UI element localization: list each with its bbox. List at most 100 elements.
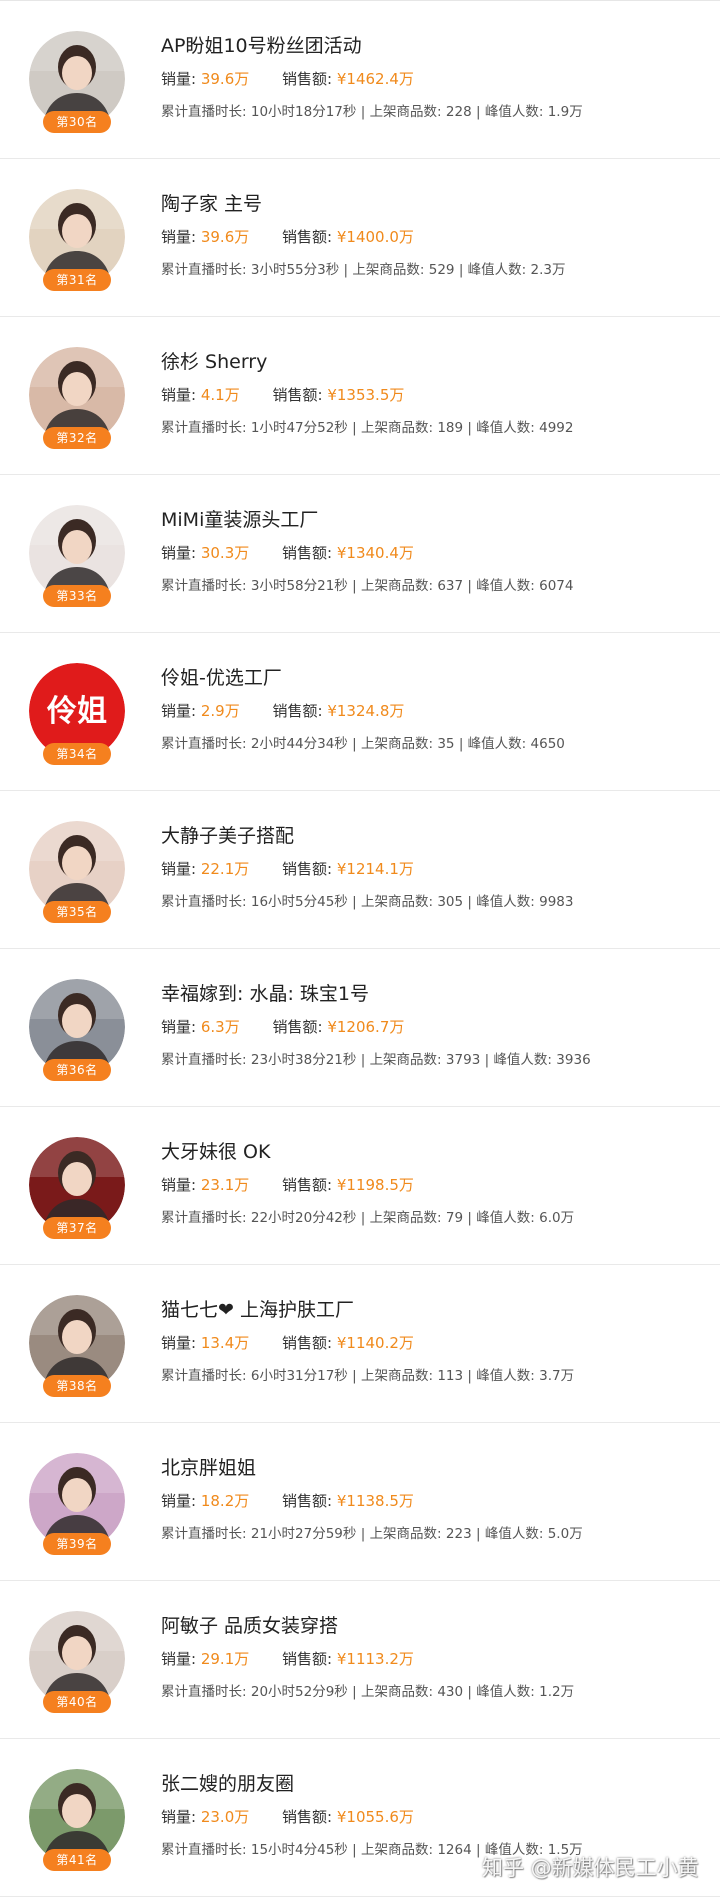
- sales-label: 销量:: [161, 228, 197, 246]
- anchor-info: 幸福嫁到: 水晶: 珠宝1号 销量: 6.3万 销售额: ¥1206.7万 累计…: [161, 979, 700, 1071]
- products-value: 305: [437, 894, 464, 910]
- peak-value: 4992: [539, 420, 574, 436]
- sales-label: 销量:: [161, 70, 197, 88]
- anchor-name[interactable]: 大牙妹很 OK: [161, 1137, 700, 1167]
- products-label: 上架商品数:: [369, 1052, 442, 1068]
- anchor-name[interactable]: 幸福嫁到: 水晶: 珠宝1号: [161, 979, 700, 1009]
- anchor-name[interactable]: 伶姐-优选工厂: [161, 663, 700, 693]
- peak-value: 1.2万: [539, 1684, 575, 1700]
- anchor-name[interactable]: 北京胖姐姐: [161, 1453, 700, 1483]
- products-label: 上架商品数:: [360, 1684, 434, 1700]
- ranking-row[interactable]: 伶姐 第34名 伶姐-优选工厂 销量: 2.9万 销售额: ¥1324.8万 累…: [0, 633, 720, 791]
- rank-badge: 第41名: [43, 1849, 111, 1871]
- avatar[interactable]: 伶姐 第34名: [29, 663, 125, 765]
- avatar[interactable]: 第35名: [29, 821, 125, 923]
- ranking-row[interactable]: 第38名 猫七七❤ 上海护肤工厂 销量: 13.4万 销售额: ¥1140.2万…: [0, 1265, 720, 1423]
- gmv-label: 销售额:: [282, 228, 333, 246]
- separator: |: [352, 1842, 357, 1858]
- separator: |: [360, 104, 366, 120]
- duration-value: 21小时27分59秒: [250, 1526, 357, 1542]
- duration-value: 3小时55分3秒: [250, 262, 340, 278]
- sales-line: 销量: 18.2万 销售额: ¥1138.5万: [161, 1489, 700, 1513]
- sales-label: 销量:: [161, 860, 197, 878]
- anchor-info: 阿敏子 品质女装穿搭 销量: 29.1万 销售额: ¥1113.2万 累计直播时…: [161, 1611, 700, 1703]
- avatar[interactable]: 第41名: [29, 1769, 125, 1871]
- peak-label: 峰值人数:: [476, 578, 535, 594]
- sales-value: 23.1万: [200, 1176, 250, 1194]
- ranking-row[interactable]: 第31名 陶子家 主号 销量: 39.6万 销售额: ¥1400.0万 累计直播…: [0, 159, 720, 317]
- gmv-value: ¥1198.5万: [336, 1176, 414, 1194]
- anchor-name[interactable]: 张二嫂的朋友圈: [161, 1769, 700, 1799]
- ranking-row[interactable]: 第35名 大静子美子搭配 销量: 22.1万 销售额: ¥1214.1万 累计直…: [0, 791, 720, 949]
- products-value: 3793: [445, 1052, 481, 1068]
- sales-line: 销量: 4.1万 销售额: ¥1353.5万: [161, 383, 700, 407]
- duration-value: 2小时44分34秒: [250, 736, 348, 752]
- peak-label: 峰值人数:: [476, 1210, 535, 1226]
- separator: |: [343, 262, 349, 278]
- sales-value: 18.2万: [200, 1492, 250, 1510]
- ranking-row[interactable]: 第37名 大牙妹很 OK 销量: 23.1万 销售额: ¥1198.5万 累计直…: [0, 1107, 720, 1265]
- products-label: 上架商品数:: [360, 736, 434, 752]
- separator: |: [360, 1052, 366, 1068]
- anchor-info: 大牙妹很 OK 销量: 23.1万 销售额: ¥1198.5万 累计直播时长: …: [161, 1137, 700, 1229]
- separator: |: [467, 1368, 472, 1384]
- anchor-name[interactable]: MiMi童装源头工厂: [161, 505, 700, 535]
- ranking-row[interactable]: 第40名 阿敏子 品质女装穿搭 销量: 29.1万 销售额: ¥1113.2万 …: [0, 1581, 720, 1739]
- avatar[interactable]: 第39名: [29, 1453, 125, 1555]
- separator: |: [352, 1368, 357, 1384]
- sales-label: 销量:: [161, 544, 197, 562]
- anchor-name[interactable]: 陶子家 主号: [161, 189, 700, 219]
- duration-value: 3小时58分21秒: [250, 578, 348, 594]
- separator: |: [467, 894, 472, 910]
- anchor-name[interactable]: 猫七七❤ 上海护肤工厂: [161, 1295, 700, 1325]
- gmv-label: 销售额:: [272, 1018, 323, 1036]
- products-label: 上架商品数:: [360, 1842, 434, 1858]
- duration-label: 累计直播时长:: [161, 1368, 247, 1384]
- avatar[interactable]: 第31名: [29, 189, 125, 291]
- gmv-value: ¥1400.0万: [336, 228, 414, 246]
- ranking-row[interactable]: 第33名 MiMi童装源头工厂 销量: 30.3万 销售额: ¥1340.4万 …: [0, 475, 720, 633]
- separator: |: [352, 894, 357, 910]
- sales-value: 39.6万: [200, 228, 250, 246]
- anchor-name[interactable]: 大静子美子搭配: [161, 821, 700, 851]
- gmv-value: ¥1113.2万: [336, 1650, 414, 1668]
- separator: |: [360, 1526, 366, 1542]
- products-value: 35: [437, 736, 455, 752]
- gmv-label: 销售额:: [272, 386, 323, 404]
- separator: |: [467, 578, 472, 594]
- sales-line: 销量: 30.3万 销售额: ¥1340.4万: [161, 541, 700, 565]
- products-label: 上架商品数:: [369, 1526, 442, 1542]
- avatar[interactable]: 第40名: [29, 1611, 125, 1713]
- duration-label: 累计直播时长:: [161, 894, 247, 910]
- products-value: 113: [437, 1368, 464, 1384]
- avatar[interactable]: 第32名: [29, 347, 125, 449]
- ranking-row[interactable]: 第32名 徐杉 Sherry 销量: 4.1万 销售额: ¥1353.5万 累计…: [0, 317, 720, 475]
- products-value: 79: [445, 1210, 464, 1226]
- sales-line: 销量: 13.4万 销售额: ¥1140.2万: [161, 1331, 700, 1355]
- anchor-name[interactable]: 徐杉 Sherry: [161, 347, 700, 377]
- avatar[interactable]: 第37名: [29, 1137, 125, 1239]
- gmv-value: ¥1462.4万: [336, 70, 414, 88]
- anchor-name[interactable]: 阿敏子 品质女装穿搭: [161, 1611, 700, 1641]
- products-label: 上架商品数:: [360, 1368, 434, 1384]
- avatar[interactable]: 第33名: [29, 505, 125, 607]
- detail-line: 累计直播时长: 1小时47分52秒 | 上架商品数: 189 | 峰值人数: 4…: [161, 417, 700, 439]
- duration-label: 累计直播时长:: [161, 736, 247, 752]
- ranking-row[interactable]: 第30名 AP盼姐10号粉丝团活动 销量: 39.6万 销售额: ¥1462.4…: [0, 1, 720, 159]
- duration-label: 累计直播时长:: [161, 1684, 247, 1700]
- gmv-label: 销售额:: [282, 1650, 333, 1668]
- ranking-row[interactable]: 第36名 幸福嫁到: 水晶: 珠宝1号 销量: 6.3万 销售额: ¥1206.…: [0, 949, 720, 1107]
- anchor-name[interactable]: AP盼姐10号粉丝团活动: [161, 31, 700, 61]
- anchor-info: 张二嫂的朋友圈 销量: 23.0万 销售额: ¥1055.6万 累计直播时长: …: [161, 1769, 700, 1861]
- ranking-row[interactable]: 第39名 北京胖姐姐 销量: 18.2万 销售额: ¥1138.5万 累计直播时…: [0, 1423, 720, 1581]
- avatar[interactable]: 第30名: [29, 31, 125, 133]
- peak-value: 3936: [556, 1052, 591, 1068]
- live-ranking-list: 第30名 AP盼姐10号粉丝团活动 销量: 39.6万 销售额: ¥1462.4…: [0, 0, 720, 1899]
- duration-value: 20小时52分9秒: [250, 1684, 348, 1700]
- rank-badge: 第35名: [43, 901, 111, 923]
- avatar[interactable]: 第36名: [29, 979, 125, 1081]
- peak-label: 峰值人数:: [493, 1052, 552, 1068]
- anchor-info: MiMi童装源头工厂 销量: 30.3万 销售额: ¥1340.4万 累计直播时…: [161, 505, 700, 597]
- avatar[interactable]: 第38名: [29, 1295, 125, 1397]
- detail-line: 累计直播时长: 16小时5分45秒 | 上架商品数: 305 | 峰值人数: 9…: [161, 891, 700, 913]
